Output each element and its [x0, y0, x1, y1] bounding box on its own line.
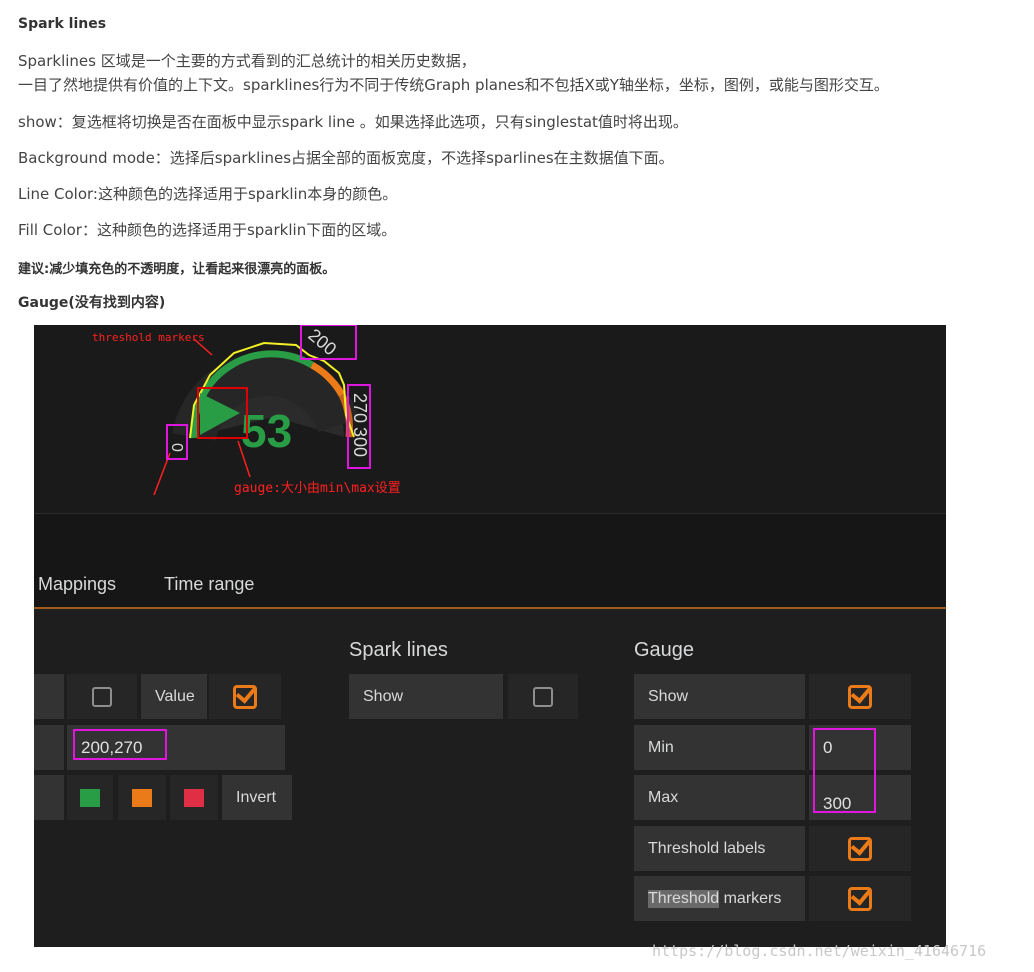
color-swatch-orange[interactable] [118, 775, 166, 820]
gauge-threshold1-label: 200 [304, 325, 340, 359]
spark-lines-title: Spark lines [349, 639, 448, 661]
paragraph-sparklines-line2: 一目了然地提供有价值的上下文。sparklines行为不同于传统Graph pl… [18, 76, 889, 94]
checkbox-checked-icon [233, 684, 257, 709]
red-swatch-icon [184, 788, 204, 807]
checkbox-checked-icon [848, 684, 872, 709]
threshold-word-highlight: Threshold [648, 889, 720, 908]
paragraph-show: show：复选框将切换是否在面板中显示spark line 。如果选择此选项，只… [18, 113, 688, 131]
color-swatch-green[interactable] [67, 775, 113, 820]
paragraph-background-mode: Background mode：选择后sparklines占据全部的面板宽度，不… [18, 149, 674, 167]
watermark: https://blog.csdn.net/weixin_41646716 [652, 942, 987, 960]
paragraph-line-color: Line Color:这种颜色的选择适用于sparklin本身的颜色。 [18, 185, 398, 203]
options-editor: Value 200,270 Invert Spark lines Show Ga… [34, 609, 946, 947]
paragraph-fill-color: Fill Color：这种颜色的选择适用于sparklin下面的区域。 [18, 221, 397, 239]
grafana-screenshot: 53 0 200 270 300 threshold markers gauge… [34, 325, 946, 947]
checkbox-checked-icon [848, 886, 872, 911]
spark-show-label: Show [349, 674, 503, 719]
checkbox-unchecked-icon [533, 686, 553, 707]
coloring-background-checkbox[interactable] [67, 674, 137, 719]
gauge-svg: 53 0 200 270 300 threshold markers gauge… [92, 325, 401, 496]
tab-mappings[interactable]: Mappings [38, 574, 116, 595]
orange-swatch-icon [132, 788, 152, 807]
color-swatch-red[interactable] [170, 775, 218, 820]
gauge-threshold-labels-checkbox[interactable] [809, 826, 911, 871]
coloring-row-left-cell [34, 674, 64, 719]
gauge-max-label: Max [634, 775, 805, 820]
paragraph-suggestion: 建议:减少填充色的不透明度，让看起来很漂亮的面板。 [18, 262, 336, 277]
gauge-show-label: Show [634, 674, 805, 719]
gauge-value: 53 [241, 405, 292, 457]
gauge-show-checkbox[interactable] [809, 674, 911, 719]
checkbox-checked-icon [848, 836, 872, 861]
gauge-min-label: Min [634, 725, 805, 770]
paragraph-sparklines-line1: Sparklines 区域是一个主要的方式看到的汇总统计的相关历史数据， [18, 52, 476, 70]
tab-time-range[interactable]: Time range [164, 574, 254, 595]
gauge-preview: 53 0 200 270 300 threshold markers gauge… [34, 325, 946, 513]
gauge-title: Gauge [634, 639, 695, 661]
highlight-thresholds-input [73, 729, 167, 760]
gauge-min-label: 0 [168, 443, 185, 452]
gauge-threshold2-label: 270 [350, 393, 370, 423]
gauge-max-label: 300 [350, 427, 370, 457]
invert-button[interactable]: Invert [222, 775, 292, 820]
annotation-threshold-markers: threshold markers [92, 331, 205, 344]
gauge-threshold-markers-label: Threshold markers [634, 876, 805, 921]
markers-word: markers [719, 889, 782, 907]
spark-show-checkbox[interactable] [508, 674, 578, 719]
green-swatch-icon [80, 788, 100, 807]
coloring-value-label: Value [141, 674, 207, 719]
heading-spark-lines: Spark lines [18, 16, 107, 32]
annotation-gauge-size: gauge:大小由min\max设置 [234, 481, 401, 496]
coloring-value-checkbox[interactable] [209, 674, 281, 719]
checkbox-unchecked-icon [92, 686, 112, 707]
heading-gauge: Gauge(没有找到内容) [18, 295, 166, 311]
thresholds-row-left-cell [34, 725, 64, 770]
gauge-threshold-labels-label: Threshold labels [634, 826, 805, 871]
highlight-min-max [813, 728, 876, 813]
colors-row-left-cell [34, 775, 64, 820]
gauge-threshold-markers-checkbox[interactable] [809, 876, 911, 921]
